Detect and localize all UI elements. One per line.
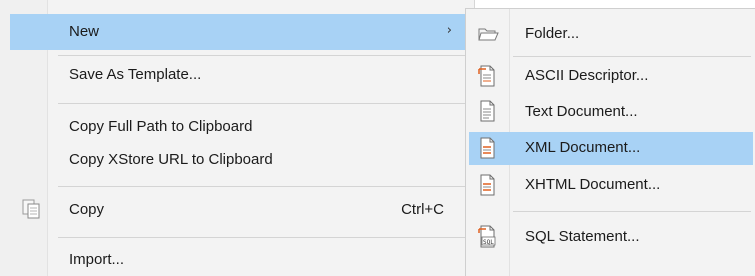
separator xyxy=(58,103,465,104)
menu-item-copy[interactable]: Copy Ctrl+C xyxy=(10,192,465,228)
submenu-item-ascii-descriptor[interactable]: ASCII Descriptor... xyxy=(469,59,753,93)
xhtml-document-icon xyxy=(480,174,495,196)
menu-item-new[interactable]: New › xyxy=(10,14,465,50)
submenu-item-ascii-descriptor-label: ASCII Descriptor... xyxy=(525,67,649,84)
submenu-item-xml-document[interactable]: XML Document... xyxy=(469,132,753,165)
text-document-icon xyxy=(480,100,495,122)
separator xyxy=(58,237,465,238)
submenu-item-sql-statement[interactable]: SQL SQL Statement... xyxy=(469,217,753,257)
copy-icon xyxy=(22,199,40,219)
separator xyxy=(58,55,465,56)
menu-item-copy-xstore-url[interactable]: Copy XStore URL to Clipboard xyxy=(10,143,465,177)
context-menu-screenshot: New › Save As Template... Copy Full Path… xyxy=(0,0,755,276)
submenu-item-xml-document-label: XML Document... xyxy=(525,139,641,156)
submenu-item-folder-label: Folder... xyxy=(525,25,580,42)
submenu-item-text-document-label: Text Document... xyxy=(525,103,638,120)
svg-text:SQL: SQL xyxy=(483,239,494,246)
submenu-item-folder[interactable]: Folder... xyxy=(469,15,753,51)
menu-item-save-as-template[interactable]: Save As Template... xyxy=(10,58,465,94)
menu-item-copy-label: Copy xyxy=(69,201,105,218)
menu-item-copy-shortcut: Ctrl+C xyxy=(401,201,444,218)
separator xyxy=(513,56,751,57)
sql-statement-icon: SQL xyxy=(478,225,496,248)
submenu-item-xhtml-document-label: XHTML Document... xyxy=(525,176,661,193)
submenu-item-text-document[interactable]: Text Document... xyxy=(469,95,753,129)
separator xyxy=(58,186,465,187)
menu-item-copy-full-path-label: Copy Full Path to Clipboard xyxy=(69,118,253,135)
new-submenu: Folder... ASCII Descriptor... Text Docum… xyxy=(465,8,755,276)
submenu-item-xhtml-document[interactable]: XHTML Document... xyxy=(469,167,753,203)
menu-item-copy-xstore-url-label: Copy XStore URL to Clipboard xyxy=(69,151,273,168)
menu-item-save-as-template-label: Save As Template... xyxy=(69,66,202,83)
submenu-arrow-icon: › xyxy=(446,23,452,38)
ascii-descriptor-icon xyxy=(478,65,495,87)
separator xyxy=(513,211,751,212)
context-menu: New › Save As Template... Copy Full Path… xyxy=(0,0,475,276)
menu-item-import[interactable]: Import... xyxy=(10,242,465,276)
menu-item-copy-full-path[interactable]: Copy Full Path to Clipboard xyxy=(10,111,465,143)
menu-item-import-label: Import... xyxy=(69,251,125,268)
folder-icon xyxy=(478,28,499,41)
xml-document-icon xyxy=(480,137,495,159)
submenu-item-sql-statement-label: SQL Statement... xyxy=(525,228,640,245)
menu-item-new-label: New xyxy=(69,23,100,40)
